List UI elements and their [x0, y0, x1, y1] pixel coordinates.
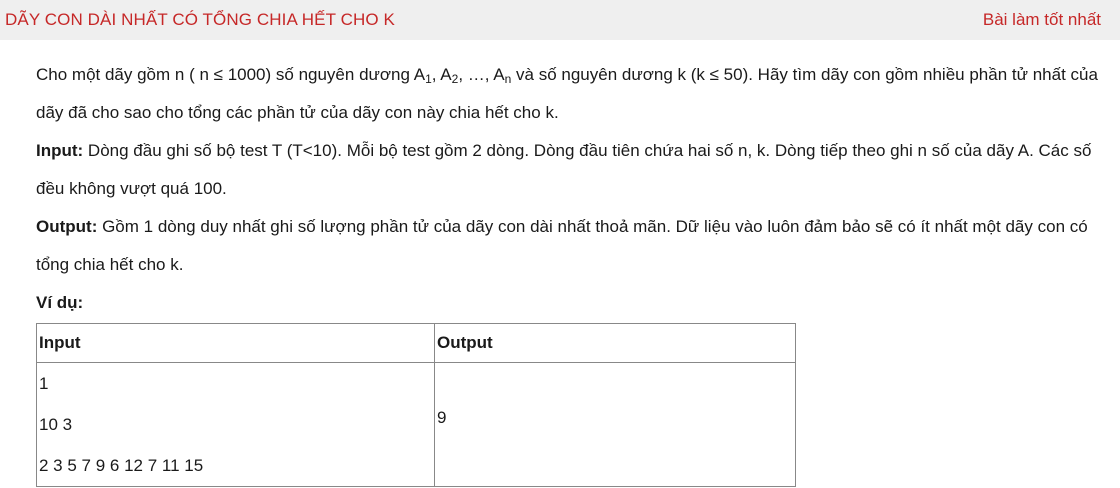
statement-paragraph: Cho một dãy gồm n ( n ≤ 1000) số nguyên … [36, 65, 1098, 122]
example-input-cell: 1 10 3 2 3 5 7 9 6 12 7 11 15 [36, 362, 435, 487]
example-input-line: 2 3 5 7 9 6 12 7 11 15 [39, 456, 204, 475]
output-label: Output: [36, 217, 98, 236]
best-submissions-link[interactable]: Bài làm tốt nhất [983, 10, 1101, 30]
input-label: Input: [36, 141, 84, 160]
input-spec: Input: Dòng đầu ghi số bộ test T (T<10).… [36, 141, 1092, 198]
problem-statement: Cho một dãy gồm n ( n ≤ 1000) số nguyên … [36, 56, 1106, 322]
problem-header: DÃY CON DÀI NHẤT CÓ TỔNG CHIA HẾT CHO K … [0, 0, 1120, 40]
example-output-value: 9 [437, 407, 447, 427]
example-header-output: Output [434, 323, 796, 363]
example-label: Ví dụ: [36, 293, 84, 312]
example-table: Input Output 1 10 3 2 3 5 7 9 6 12 7 11 … [36, 323, 796, 487]
example-input-line: 1 [39, 374, 49, 393]
output-spec: Output: Gồm 1 dòng duy nhất ghi số lượng… [36, 217, 1088, 274]
example-header-input: Input [36, 323, 435, 363]
example-input-line: 10 3 [39, 415, 73, 434]
problem-title: DÃY CON DÀI NHẤT CÓ TỔNG CHIA HẾT CHO K [5, 10, 395, 29]
example-output-cell: 9 [434, 362, 796, 487]
